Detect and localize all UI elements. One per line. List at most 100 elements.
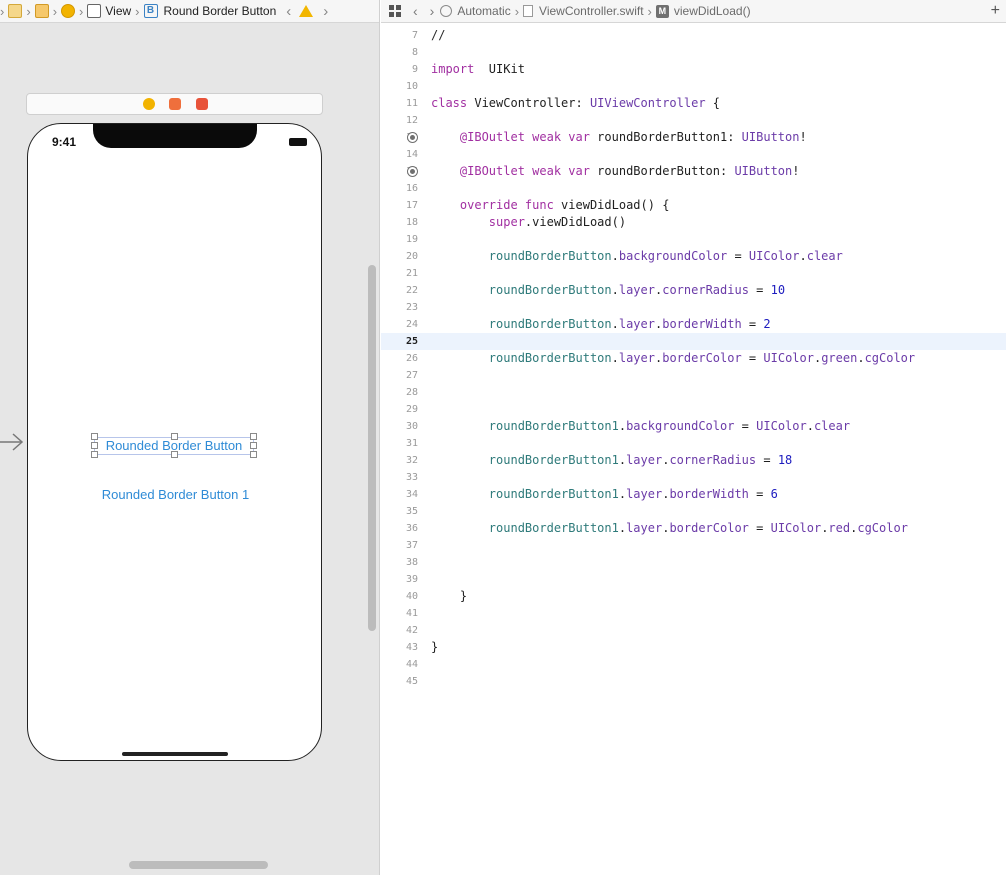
breadcrumb-view[interactable]: View	[105, 4, 131, 18]
code-line[interactable]: 44	[381, 656, 1006, 673]
code-line[interactable]: 18 super.viewDidLoad()	[381, 214, 1006, 231]
line-number: 33	[405, 472, 418, 483]
chevron-right-icon[interactable]: ›	[323, 3, 328, 20]
status-time: 9:41	[52, 135, 77, 149]
line-number: 10	[405, 81, 418, 92]
file-icon[interactable]	[8, 4, 23, 18]
code-line[interactable]: 22 roundBorderButton.layer.cornerRadius …	[381, 282, 1006, 299]
code-token: cornerRadius	[662, 283, 749, 297]
forward-arrow-icon[interactable]: ›	[430, 3, 435, 19]
breadcrumb-round-border-button[interactable]: Round Border Button	[164, 4, 277, 18]
code-line[interactable]: 27	[381, 367, 1006, 384]
add-editor-plus-icon[interactable]: +	[991, 2, 1000, 20]
resize-handle[interactable]	[91, 433, 98, 440]
code-line[interactable]: 31	[381, 435, 1006, 452]
vertical-scrollbar[interactable]	[368, 265, 376, 631]
code-line[interactable]: 34 roundBorderButton1.layer.borderWidth …	[381, 486, 1006, 503]
related-items-grid-icon[interactable]	[389, 5, 401, 17]
line-number: 11	[405, 98, 418, 109]
code-line[interactable]: 30 roundBorderButton1.backgroundColor = …	[381, 418, 1006, 435]
code-line[interactable]: 12	[381, 112, 1006, 129]
line-number: 39	[405, 574, 418, 585]
outlet-connection-icon[interactable]	[407, 166, 418, 177]
code-text: class ViewController: UIViewController {	[431, 95, 720, 112]
resize-handle[interactable]	[171, 433, 178, 440]
back-arrow-icon[interactable]: ‹	[413, 3, 418, 19]
code-line[interactable]: 19	[381, 231, 1006, 248]
first-responder-icon[interactable]	[169, 98, 181, 110]
warning-icon[interactable]	[299, 5, 314, 17]
code-line[interactable]: 20 roundBorderButton.backgroundColor = U…	[381, 248, 1006, 265]
code-line[interactable]: 41	[381, 605, 1006, 622]
code-line[interactable]: 40 }	[381, 588, 1006, 605]
code-line[interactable]: 17 override func viewDidLoad() {	[381, 197, 1006, 214]
code-line[interactable]: 38	[381, 554, 1006, 571]
resize-handle[interactable]	[250, 442, 257, 449]
code-token: @IBOutlet weak var	[459, 130, 590, 144]
code-line[interactable]: 25	[381, 333, 1006, 350]
resize-handle[interactable]	[91, 442, 98, 449]
jump-bar-mode[interactable]: Automatic	[457, 4, 510, 18]
line-number: 20	[405, 251, 418, 262]
resize-handle[interactable]	[250, 433, 257, 440]
code-line[interactable]: 21	[381, 265, 1006, 282]
rounded-border-button-1[interactable]: Rounded Border Button 1	[78, 486, 273, 504]
exit-icon[interactable]	[196, 98, 208, 110]
view-icon[interactable]	[87, 4, 102, 18]
code-token: =	[756, 453, 778, 467]
resize-handle[interactable]	[250, 451, 257, 458]
source-code[interactable]: 7 // 8 9 import UIKit 10 11 class ViewControlle…	[381, 27, 1006, 690]
code-token: borderWidth	[662, 317, 742, 331]
code-line[interactable]: 32 roundBorderButton1.layer.cornerRadius…	[381, 452, 1006, 469]
iphone-canvas[interactable]: 9:41 Rounded Border Button Rounded Borde…	[27, 123, 322, 761]
code-line[interactable]: 42	[381, 622, 1006, 639]
code-line[interactable]: 36 roundBorderButton1.layer.borderColor …	[381, 520, 1006, 537]
code-line[interactable]: 37	[381, 537, 1006, 554]
code-line[interactable]: 28	[381, 384, 1006, 401]
code-token: .	[618, 487, 627, 501]
jump-bar-symbol[interactable]: viewDidLoad()	[674, 4, 751, 18]
code-line[interactable]: 9 import UIKit	[381, 61, 1006, 78]
interface-builder-canvas[interactable]: › › › › View › B Round Border Button ‹ ›…	[0, 0, 380, 875]
code-token: .	[611, 283, 619, 297]
line-number: 26	[405, 353, 418, 364]
code-line[interactable]: 26 roundBorderButton.layer.borderColor =…	[381, 350, 1006, 367]
code-token: .viewDidLoad()	[524, 215, 627, 229]
chevron-left-icon[interactable]: ‹	[286, 3, 291, 20]
code-line[interactable]: 13 @IBOutlet weak var roundBorderButton1…	[381, 129, 1006, 146]
code-line[interactable]: 15 @IBOutlet weak var roundBorderButton:…	[381, 163, 1006, 180]
code-token: }	[431, 589, 468, 603]
jump-bar-file[interactable]: ViewController.swift	[539, 4, 643, 18]
code-line[interactable]: 16	[381, 180, 1006, 197]
outlet-connection-icon[interactable]	[407, 132, 418, 143]
code-line[interactable]: 39	[381, 571, 1006, 588]
resize-handle[interactable]	[171, 451, 178, 458]
ib-jump-bar: › › › › View › B Round Border Button ‹ ›	[0, 0, 379, 23]
code-token: cornerRadius	[669, 453, 757, 467]
code-line[interactable]: 23	[381, 299, 1006, 316]
resize-handle[interactable]	[91, 451, 98, 458]
view-controller-icon[interactable]	[61, 4, 76, 18]
folder-icon[interactable]	[34, 4, 49, 18]
view-controller-icon[interactable]	[143, 98, 155, 110]
code-line[interactable]: 8	[381, 44, 1006, 61]
method-badge-icon: M	[655, 4, 669, 18]
code-line[interactable]: 33	[381, 469, 1006, 486]
line-number: 27	[405, 370, 418, 381]
code-line[interactable]: 14	[381, 146, 1006, 163]
code-token: 10	[770, 283, 786, 297]
code-line[interactable]: 29	[381, 401, 1006, 418]
horizontal-scrollbar[interactable]	[129, 861, 268, 869]
code-line[interactable]: 45	[381, 673, 1006, 690]
code-line[interactable]: 24 roundBorderButton.layer.borderWidth =…	[381, 316, 1006, 333]
code-line[interactable]: 7 //	[381, 27, 1006, 44]
line-number: 16	[405, 183, 418, 194]
code-token: .	[618, 521, 627, 535]
code-line[interactable]: 43}	[381, 639, 1006, 656]
code-line[interactable]: 11 class ViewController: UIViewController…	[381, 95, 1006, 112]
code-line[interactable]: 10	[381, 78, 1006, 95]
code-line[interactable]: 35	[381, 503, 1006, 520]
code-token: backgroundColor	[626, 419, 735, 433]
